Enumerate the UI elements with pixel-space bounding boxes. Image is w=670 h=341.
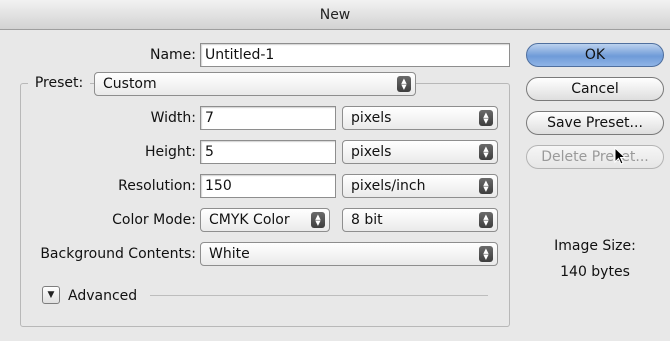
color-mode-value: CMYK Color bbox=[209, 212, 290, 228]
height-unit-select[interactable]: pixels ▲ ▼ bbox=[342, 140, 498, 164]
name-input[interactable]: Untitled-1 bbox=[200, 43, 510, 67]
background-contents-value: White bbox=[209, 246, 250, 262]
up-down-arrows-icon: ▲ ▼ bbox=[397, 76, 411, 92]
name-label: Name: bbox=[149, 47, 196, 63]
color-mode-label: Color Mode: bbox=[112, 212, 196, 228]
advanced-disclosure-button[interactable]: ▼ bbox=[42, 286, 60, 304]
preset-label: Preset: bbox=[28, 75, 90, 91]
save-preset-button[interactable]: Save Preset... bbox=[526, 111, 664, 135]
height-input[interactable]: 5 bbox=[200, 140, 336, 164]
color-mode-select[interactable]: CMYK Color ▲ ▼ bbox=[200, 208, 330, 232]
delete-preset-button: Delete Preset... bbox=[526, 145, 664, 169]
ok-button[interactable]: OK bbox=[526, 43, 664, 67]
preset-value: Custom bbox=[103, 76, 157, 92]
dialog-content: Name: Untitled-1 Preset: Custom ▲ ▼ Width… bbox=[0, 30, 670, 341]
up-down-arrows-icon: ▲ ▼ bbox=[311, 212, 325, 228]
width-label: Width: bbox=[150, 110, 196, 126]
up-down-arrows-icon: ▲ ▼ bbox=[479, 246, 493, 262]
width-input[interactable]: 7 bbox=[200, 106, 336, 130]
bit-depth-value: 8 bit bbox=[351, 212, 383, 228]
width-unit-select[interactable]: pixels ▲ ▼ bbox=[342, 106, 498, 130]
background-contents-label: Background Contents: bbox=[40, 246, 196, 262]
advanced-divider bbox=[150, 295, 488, 296]
up-down-arrows-icon: ▲ ▼ bbox=[479, 144, 493, 160]
height-unit-value: pixels bbox=[351, 144, 392, 160]
image-size-value: 140 bytes bbox=[560, 264, 630, 280]
up-down-arrows-icon: ▲ ▼ bbox=[479, 212, 493, 228]
up-down-arrows-icon: ▲ ▼ bbox=[479, 178, 493, 194]
resolution-label: Resolution: bbox=[118, 178, 196, 194]
resolution-unit-value: pixels/inch bbox=[351, 178, 426, 194]
height-label: Height: bbox=[145, 144, 196, 160]
up-down-arrows-icon: ▲ ▼ bbox=[479, 110, 493, 126]
image-size-label: Image Size: bbox=[554, 238, 636, 254]
mouse-pointer-icon bbox=[614, 147, 627, 165]
advanced-label[interactable]: Advanced bbox=[68, 288, 148, 304]
cancel-button[interactable]: Cancel bbox=[526, 77, 664, 101]
bit-depth-select[interactable]: 8 bit ▲ ▼ bbox=[342, 208, 498, 232]
preset-select[interactable]: Custom ▲ ▼ bbox=[94, 72, 416, 96]
window-title: New bbox=[319, 7, 351, 23]
window-titlebar: New bbox=[0, 0, 670, 30]
triangle-down-icon: ▼ bbox=[47, 290, 55, 300]
width-unit-value: pixels bbox=[351, 110, 392, 126]
background-contents-select[interactable]: White ▲ ▼ bbox=[200, 242, 498, 266]
resolution-input[interactable]: 150 bbox=[200, 174, 336, 198]
resolution-unit-select[interactable]: pixels/inch ▲ ▼ bbox=[342, 174, 498, 198]
